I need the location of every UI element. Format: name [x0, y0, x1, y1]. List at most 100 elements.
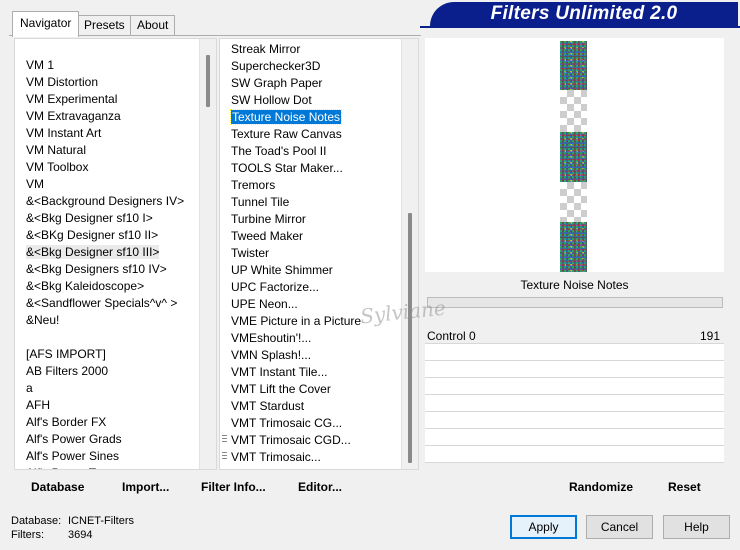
- category-item[interactable]: &<Bkg Kaleidoscope>: [15, 278, 184, 295]
- category-item[interactable]: VM Natural: [15, 142, 184, 159]
- category-list[interactable]: VM 1 VM Distortion VM Experimental VM Extra…: [14, 38, 217, 470]
- database-value: ICNET-Filters: [68, 515, 134, 527]
- filter-item[interactable]: VMT Instant Tile...: [220, 364, 361, 381]
- filter-scrollbar[interactable]: [401, 39, 418, 469]
- filter-progress-bar: [427, 297, 723, 308]
- filter-item[interactable]: VMT Vanilla...: [220, 466, 361, 469]
- filter-item[interactable]: Superchecker3D: [220, 58, 361, 75]
- filter-scroll-thumb[interactable]: [408, 213, 412, 463]
- filter-item[interactable]: TOOLS Star Maker...: [220, 160, 361, 177]
- filter-list[interactable]: Streak Mirror Superchecker3D SW Graph Pape…: [219, 38, 419, 470]
- category-item[interactable]: Alf's Power Toys: [15, 465, 184, 469]
- filter-item[interactable]: Texture Raw Canvas: [220, 126, 361, 143]
- category-item[interactable]: AFH: [15, 397, 184, 414]
- control-0-slider[interactable]: Control 0 191: [425, 327, 724, 344]
- filter-item[interactable]: Tremors: [220, 177, 361, 194]
- filter-item-label: VMT Vanilla...: [231, 467, 305, 469]
- category-scrollbar[interactable]: [199, 39, 216, 469]
- category-item[interactable]: VM Toolbox: [15, 159, 184, 176]
- category-item[interactable]: VM Distortion: [15, 74, 184, 91]
- filter-item-label: Texture Noise Notes: [229, 109, 343, 125]
- category-item[interactable]: a: [15, 380, 184, 397]
- apply-button[interactable]: Apply: [510, 515, 577, 539]
- category-item-label: VM Extravaganza: [26, 109, 121, 123]
- category-item[interactable]: [AFS IMPORT]: [15, 346, 184, 363]
- randomize-button[interactable]: Randomize: [569, 480, 633, 494]
- category-item[interactable]: VM Instant Art: [15, 125, 184, 142]
- cancel-button[interactable]: Cancel: [586, 515, 653, 539]
- control-0-label: Control 0: [427, 329, 476, 343]
- selected-filter-name: Texture Noise Notes: [520, 278, 629, 292]
- filter-item-label: VMT Trimosaic...: [231, 450, 321, 464]
- filter-item[interactable]: Streak Mirror: [220, 41, 361, 58]
- category-item[interactable]: Alf's Border FX: [15, 414, 184, 431]
- filter-item[interactable]: VMT Trimosaic CG...: [220, 415, 361, 432]
- filter-item[interactable]: VMEshoutin'!...: [220, 330, 361, 347]
- category-item[interactable]: &Neu!: [15, 312, 184, 329]
- filter-item-label: VME Picture in a Picture: [231, 314, 362, 328]
- filter-item[interactable]: VME Picture in a Picture: [220, 313, 361, 330]
- category-scroll-thumb[interactable]: [206, 55, 210, 107]
- preview-noise-tile: [560, 41, 587, 90]
- category-item-label: VM Natural: [26, 143, 87, 157]
- filter-item-label: VMT Trimosaic CG...: [231, 416, 343, 430]
- category-item[interactable]: &<Sandflower Specials^v^ >: [15, 295, 184, 312]
- filter-item[interactable]: Tunnel Tile: [220, 194, 361, 211]
- filter-item-label: Superchecker3D: [231, 59, 321, 73]
- filter-item[interactable]: VMN Splash!...: [220, 347, 361, 364]
- filter-item[interactable]: Tweed Maker: [220, 228, 361, 245]
- category-item[interactable]: &<Bkg Designer sf10 III>: [15, 244, 184, 261]
- filter-item-label: UP White Shimmer: [231, 263, 333, 277]
- import-button[interactable]: Import...: [122, 480, 169, 494]
- tab-about[interactable]: About: [130, 15, 176, 36]
- category-item[interactable]: VM Extravaganza: [15, 108, 184, 125]
- filter-info-button[interactable]: Filter Info...: [201, 480, 266, 494]
- category-item[interactable]: VM: [15, 176, 184, 193]
- category-item[interactable]: Alf's Power Grads: [15, 431, 184, 448]
- control-slot: [425, 378, 724, 395]
- filter-item[interactable]: Texture Noise Notes: [220, 109, 361, 126]
- category-item-label: &<Bkg Designer sf10 I>: [26, 211, 153, 225]
- category-item-label: VM Experimental: [26, 92, 118, 106]
- category-item-label: &Neu!: [26, 313, 60, 327]
- category-item[interactable]: &<BKg Designer sf10 II>: [15, 227, 184, 244]
- filter-item[interactable]: UPC Factorize...: [220, 279, 361, 296]
- control-0-value: 191: [699, 329, 720, 343]
- filter-item-label: VMN Splash!...: [231, 348, 312, 362]
- filter-item[interactable]: VMT Stardust: [220, 398, 361, 415]
- category-item-label: Alf's Border FX: [26, 415, 107, 429]
- filter-item[interactable]: VMT Trimosaic CGD...: [220, 432, 361, 449]
- category-item-label: Alf's Power Toys: [26, 466, 113, 469]
- category-item[interactable]: &<Bkg Designer sf10 I>: [15, 210, 184, 227]
- tab-navigator[interactable]: Navigator: [12, 11, 80, 37]
- filter-item[interactable]: VMT Lift the Cover: [220, 381, 361, 398]
- category-item-label: AFH: [26, 398, 50, 412]
- help-button[interactable]: Help: [663, 515, 730, 539]
- filter-item[interactable]: SW Hollow Dot: [220, 92, 361, 109]
- reset-button[interactable]: Reset: [668, 480, 701, 494]
- filter-item[interactable]: Twister: [220, 245, 361, 262]
- filter-item-label: Tremors: [231, 178, 276, 192]
- filter-item-label: VMEshoutin'!...: [231, 331, 312, 345]
- category-item[interactable]: &<Background Designers IV>: [15, 193, 184, 210]
- editor-button[interactable]: Editor...: [298, 480, 342, 494]
- category-item[interactable]: Alf's Power Sines: [15, 448, 184, 465]
- category-item[interactable]: [15, 329, 184, 346]
- filter-item[interactable]: UP White Shimmer: [220, 262, 361, 279]
- tab-presets[interactable]: Presets: [77, 15, 132, 36]
- filter-item[interactable]: UPE Neon...: [220, 296, 361, 313]
- category-item-label: a: [26, 381, 33, 395]
- category-item[interactable]: VM 1: [15, 57, 184, 74]
- filter-item[interactable]: VMT Trimosaic...: [220, 449, 361, 466]
- control-slot: [425, 344, 724, 361]
- category-item[interactable]: VM Experimental: [15, 91, 184, 108]
- database-button[interactable]: Database: [31, 480, 84, 494]
- category-item[interactable]: AB Filters 2000: [15, 363, 184, 380]
- control-slot: [425, 429, 724, 446]
- category-item[interactable]: &<Bkg Designers sf10 IV>: [15, 261, 184, 278]
- filter-item[interactable]: The Toad's Pool II: [220, 143, 361, 160]
- scroll-grip-icon: [222, 435, 227, 444]
- preview-noise-tile: [560, 222, 587, 272]
- filter-item[interactable]: Turbine Mirror: [220, 211, 361, 228]
- filter-item[interactable]: SW Graph Paper: [220, 75, 361, 92]
